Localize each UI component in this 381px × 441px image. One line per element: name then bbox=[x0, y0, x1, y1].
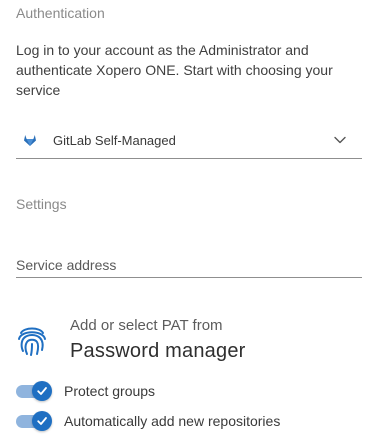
pat-line2: Password manager bbox=[70, 339, 246, 362]
check-icon bbox=[37, 417, 47, 425]
service-select-value: GitLab Self-Managed bbox=[53, 132, 176, 148]
auto-add-repos-toggle[interactable] bbox=[16, 410, 52, 432]
protect-groups-toggle[interactable] bbox=[16, 380, 52, 402]
protect-groups-row: Protect groups bbox=[16, 379, 155, 403]
authentication-intro: Log in to your account as the Administra… bbox=[16, 42, 333, 98]
gitlab-icon bbox=[23, 133, 37, 147]
check-icon bbox=[37, 387, 47, 395]
auto-add-repos-label: Automatically add new repositories bbox=[64, 413, 281, 429]
settings-title: Settings bbox=[16, 196, 67, 212]
auto-add-repos-row: Automatically add new repositories bbox=[16, 409, 280, 433]
service-select[interactable]: GitLab Self-Managed bbox=[16, 122, 362, 159]
authentication-title: Authentication bbox=[16, 5, 105, 21]
pat-line1: Add or select PAT from bbox=[70, 316, 223, 334]
service-address-field[interactable]: Service address bbox=[16, 250, 362, 278]
service-address-placeholder: Service address bbox=[16, 257, 117, 273]
fingerprint-icon bbox=[16, 323, 48, 357]
protect-groups-label: Protect groups bbox=[64, 383, 156, 399]
authentication-panel: Authentication Log in to your account as… bbox=[0, 0, 381, 441]
password-manager-button[interactable]: Add or select PAT from Password manager bbox=[16, 312, 316, 367]
chevron-down-icon bbox=[333, 133, 347, 147]
